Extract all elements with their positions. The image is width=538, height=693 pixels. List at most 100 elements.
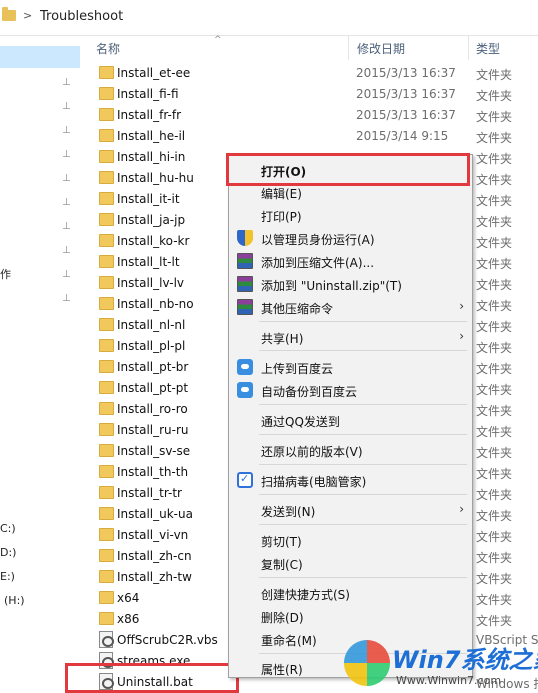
pin-icon[interactable]: ⊥ (62, 198, 71, 208)
file-name: Install_ru-ru (117, 423, 189, 437)
menu-item-scan-virus[interactable]: 扫描病毒(电脑管家) (229, 469, 472, 491)
file-name: x86 (117, 612, 140, 626)
file-icon (99, 631, 114, 648)
file-date: 2015/3/13 16:37 (356, 87, 456, 101)
column-header-name[interactable]: 名称 (96, 40, 120, 62)
winrar-icon (237, 299, 253, 315)
file-row[interactable]: Install_fr-fr 2015/3/13 16:37 文件夹 (94, 105, 538, 126)
menu-item-print[interactable]: 打印(P) (229, 204, 472, 226)
folder-icon (99, 213, 114, 226)
menu-separator (259, 524, 467, 525)
file-name: Install_tr-tr (117, 486, 182, 500)
watermark-url: Www.Winwin7.com (396, 674, 502, 687)
menu-item-copy[interactable]: 复制(C) (229, 552, 472, 574)
nav-item-label[interactable]: 作 (0, 266, 11, 282)
pin-icon[interactable]: ⊥ (62, 78, 71, 88)
menu-item-share[interactable]: 共享(H) › (229, 326, 472, 348)
file-name: Install_nl-nl (117, 318, 186, 332)
nav-drive-e[interactable]: E:) (0, 570, 15, 583)
pin-icon[interactable]: ⊥ (62, 294, 71, 304)
menu-item-label: 还原以前的版本(V) (261, 445, 363, 459)
nav-drive-c[interactable]: C:) (0, 522, 16, 535)
folder-icon (99, 255, 114, 268)
nav-selected-item[interactable] (0, 46, 80, 68)
highlight-box (226, 153, 470, 186)
folder-icon (99, 444, 114, 457)
file-type: 文件夹 (476, 425, 513, 439)
file-type: 文件夹 (476, 509, 513, 523)
menu-item-create-shortcut[interactable]: 创建快捷方式(S) (229, 582, 472, 604)
file-row[interactable]: Install_he-il 2015/3/14 9:15 文件夹 (94, 126, 538, 147)
menu-item-label: 共享(H) (261, 332, 304, 346)
file-type: 文件夹 (476, 488, 513, 502)
menu-item-add-to-archive[interactable]: 添加到压缩文件(A)... (229, 250, 472, 272)
file-date: 2015/3/13 16:37 (356, 66, 456, 80)
menu-item-label: 属性(R) (261, 663, 303, 677)
menu-item-label: 重命名(M) (261, 634, 317, 648)
file-type: 文件夹 (476, 131, 513, 145)
nav-drive-h[interactable]: (H:) (4, 594, 25, 607)
file-type: 文件夹 (476, 215, 513, 229)
menu-item-label: 编辑(E) (261, 187, 302, 201)
pin-icon[interactable]: ⊥ (62, 126, 71, 136)
menu-item-run-as-admin[interactable]: 以管理员身份运行(A) (229, 227, 472, 249)
breadcrumb-separator[interactable]: > (23, 9, 32, 22)
file-type: 文件夹 (476, 341, 513, 355)
menu-item-auto-backup-baidu[interactable]: 自动备份到百度云 (229, 379, 472, 401)
file-row[interactable]: Install_fi-fi 2015/3/13 16:37 文件夹 (94, 84, 538, 105)
menu-item-add-to-zip[interactable]: 添加到 "Uninstall.zip"(T) (229, 273, 472, 295)
file-row[interactable]: Install_et-ee 2015/3/13 16:37 文件夹 (94, 63, 538, 84)
menu-item-restore-previous[interactable]: 还原以前的版本(V) (229, 439, 472, 461)
menu-item-other-compress[interactable]: 其他压缩命令 › (229, 296, 472, 318)
pin-icon[interactable]: ⊥ (62, 102, 71, 112)
menu-item-label: 添加到压缩文件(A)... (261, 256, 375, 270)
column-divider[interactable] (348, 36, 349, 60)
column-header-date[interactable]: 修改日期 (357, 40, 405, 62)
file-type: 文件夹 (476, 530, 513, 544)
pin-icon[interactable]: ⊥ (62, 222, 71, 232)
nav-drive-d[interactable]: D:) (0, 546, 16, 559)
winrar-icon (237, 253, 253, 269)
breadcrumb-troubleshoot[interactable]: Troubleshoot (40, 9, 123, 24)
pin-icon[interactable]: ⊥ (62, 150, 71, 160)
menu-separator (259, 577, 467, 578)
context-menu: 打开(O) 编辑(E) 打印(P) 以管理员身份运行(A) 添加到压缩文件(A)… (228, 154, 473, 678)
pin-icon[interactable]: ⊥ (62, 246, 71, 256)
file-type: 文件夹 (476, 593, 513, 607)
file-name: Install_et-ee (117, 66, 191, 80)
pin-icon[interactable]: ⊥ (62, 174, 71, 184)
submenu-arrow-icon: › (459, 299, 464, 313)
menu-item-label: 添加到 "Uninstall.zip"(T) (261, 279, 402, 293)
file-type: 文件夹 (476, 614, 513, 628)
file-type: 文件夹 (476, 446, 513, 460)
file-name: Install_ja-jp (117, 213, 186, 227)
pin-icon[interactable]: ⊥ (62, 270, 71, 280)
menu-item-label: 复制(C) (261, 558, 303, 572)
column-divider[interactable] (468, 36, 469, 60)
file-name: Install_zh-tw (117, 570, 192, 584)
file-name: x64 (117, 591, 140, 605)
menu-item-delete[interactable]: 删除(D) (229, 605, 472, 627)
menu-item-cut[interactable]: 剪切(T) (229, 529, 472, 551)
file-type: 文件夹 (476, 572, 513, 586)
pc-manager-shield-icon (237, 472, 253, 488)
menu-separator (259, 404, 467, 405)
menu-separator (259, 464, 467, 465)
file-name: Install_pt-br (117, 360, 189, 374)
menu-item-send-qq[interactable]: 通过QQ发送到 (229, 409, 472, 431)
submenu-arrow-icon: › (459, 502, 464, 516)
menu-item-upload-baidu[interactable]: 上传到百度云 (229, 356, 472, 378)
menu-item-send-to[interactable]: 发送到(N) › (229, 499, 472, 521)
file-name: Install_ro-ro (117, 402, 188, 416)
file-name: Install_pl-pl (117, 339, 186, 353)
folder-icon (99, 276, 114, 289)
folder-icon (99, 591, 114, 604)
file-date: 2015/3/13 16:37 (356, 108, 456, 122)
column-header-type[interactable]: 类型 (476, 40, 500, 62)
menu-item-label: 以管理员身份运行(A) (261, 233, 375, 247)
folder-icon (99, 381, 114, 394)
address-bar[interactable]: > Troubleshoot (0, 0, 538, 36)
folder-icon (2, 7, 16, 21)
folder-icon (99, 171, 114, 184)
sort-ascending-icon: ^ (214, 35, 222, 45)
